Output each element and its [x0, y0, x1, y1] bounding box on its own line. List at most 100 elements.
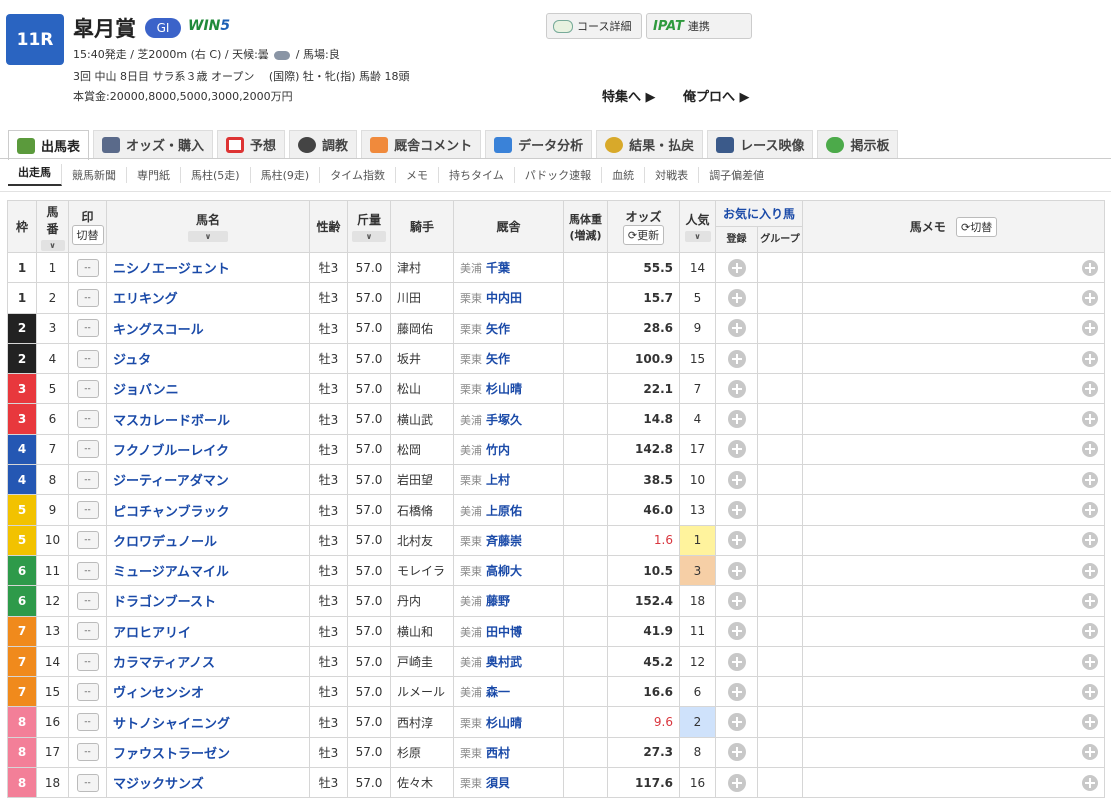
add-favorite-icon[interactable] [727, 379, 746, 398]
mark-select[interactable]: -- [76, 501, 99, 520]
col-umaban[interactable]: 馬番 ∨ [36, 200, 69, 253]
add-favorite-icon[interactable] [727, 591, 746, 610]
add-favorite-icon[interactable] [727, 258, 746, 277]
col-name[interactable]: 馬名 ∨ [106, 200, 310, 253]
add-favorite-icon[interactable] [727, 288, 746, 307]
add-favorite-icon[interactable] [727, 319, 746, 338]
add-memo-icon[interactable] [1082, 562, 1098, 579]
add-memo-icon[interactable] [1082, 320, 1098, 337]
tab-board[interactable]: 掲示板 [817, 130, 899, 158]
add-memo-icon[interactable] [1082, 471, 1098, 488]
sort-arrow-icon[interactable]: ∨ [684, 231, 711, 242]
horse-name-link[interactable]: クロワデュノール [106, 524, 310, 556]
horse-name-link[interactable]: ジュタ [106, 342, 310, 375]
jockey-link[interactable]: 坂井 [390, 342, 454, 375]
subtab-newspaper[interactable]: 競馬新聞 [62, 167, 127, 183]
ipat-link-button[interactable]: IPAT 連携 [646, 13, 752, 39]
trainer-link[interactable]: 藤野 [486, 594, 510, 608]
add-favorite-icon[interactable] [727, 410, 746, 429]
subtab-past9[interactable]: 馬柱(9走) [251, 167, 321, 183]
trainer-link[interactable]: 上村 [486, 473, 510, 487]
trainer-link[interactable]: 上原佑 [486, 504, 522, 518]
col-weight[interactable]: 斤量 ∨ [347, 200, 391, 253]
mark-select[interactable]: -- [76, 743, 99, 762]
jockey-link[interactable]: ルメール [390, 676, 454, 708]
add-memo-icon[interactable] [1082, 653, 1098, 670]
jockey-link[interactable]: 津村 [390, 251, 454, 284]
horse-name-link[interactable]: フクノブルーレイク [106, 433, 310, 466]
trainer-link[interactable]: 矢作 [486, 322, 510, 336]
sort-arrow-icon[interactable]: ∨ [352, 231, 386, 242]
mark-select[interactable]: -- [76, 319, 99, 338]
tab-results[interactable]: 結果・払戻 [596, 130, 704, 158]
jockey-link[interactable]: モレイラ [390, 554, 454, 587]
add-favorite-icon[interactable] [727, 713, 746, 732]
feature-link[interactable]: 特集へ ▶ [602, 86, 656, 105]
tab-odds[interactable]: オッズ・購入 [93, 130, 214, 158]
add-favorite-icon[interactable] [727, 682, 746, 701]
add-memo-icon[interactable] [1082, 350, 1098, 367]
subtab-runners[interactable]: 出走馬 [8, 164, 62, 186]
win5-logo[interactable]: WIN5 [188, 18, 230, 34]
trainer-link[interactable]: 奥村武 [486, 655, 522, 669]
horse-name-link[interactable]: ジョバンニ [106, 373, 310, 405]
mark-select[interactable]: -- [76, 713, 99, 732]
trainer-link[interactable]: 森一 [486, 685, 510, 699]
add-memo-icon[interactable] [1082, 744, 1098, 761]
horse-name-link[interactable]: カラマティアノス [106, 645, 310, 678]
orepro-link[interactable]: 俺プロへ ▶ [683, 86, 750, 105]
trainer-link[interactable]: 千葉 [486, 261, 510, 275]
mark-select[interactable]: -- [76, 470, 99, 489]
trainer-link[interactable]: 西村 [486, 746, 510, 760]
horse-name-link[interactable]: ドラゴンブースト [106, 585, 310, 617]
jockey-link[interactable]: 北村友 [390, 524, 454, 556]
subtab-specialist[interactable]: 専門紙 [127, 167, 181, 183]
col-pop[interactable]: 人気 ∨ [679, 200, 716, 253]
add-favorite-icon[interactable] [727, 743, 746, 762]
add-memo-icon[interactable] [1082, 774, 1098, 791]
jockey-link[interactable]: 西村淳 [390, 706, 454, 738]
horse-name-link[interactable]: エリキング [106, 282, 310, 314]
add-favorite-icon[interactable] [727, 501, 746, 520]
add-memo-icon[interactable] [1082, 380, 1098, 397]
jockey-link[interactable]: 松山 [390, 373, 454, 405]
mark-select[interactable]: -- [76, 258, 99, 277]
horse-name-link[interactable]: ミュージアムマイル [106, 554, 310, 587]
horse-name-link[interactable]: マスカレードボール [106, 403, 310, 435]
add-favorite-icon[interactable] [727, 440, 746, 459]
horse-name-link[interactable]: ピコチャンブラック [106, 494, 310, 526]
trainer-link[interactable]: 手塚久 [486, 413, 522, 427]
add-favorite-icon[interactable] [727, 531, 746, 550]
jockey-link[interactable]: 横山和 [390, 615, 454, 647]
trainer-link[interactable]: 高柳大 [486, 564, 522, 578]
jockey-link[interactable]: 丹内 [390, 585, 454, 617]
jockey-link[interactable]: 佐々木 [390, 767, 454, 799]
tab-race-video[interactable]: レース映像 [707, 130, 814, 158]
horse-name-link[interactable]: ニシノエージェント [106, 251, 310, 284]
tab-chokyo[interactable]: 調教 [289, 130, 358, 158]
tab-stable-comment[interactable]: 厩舎コメント [361, 130, 482, 158]
subtab-condition[interactable]: 調子偏差値 [699, 167, 774, 183]
horse-name-link[interactable]: キングスコール [106, 312, 310, 344]
add-memo-icon[interactable] [1082, 441, 1098, 458]
jockey-link[interactable]: 石橋脩 [390, 494, 454, 526]
mark-select[interactable]: -- [76, 410, 99, 429]
sort-arrow-icon[interactable]: ∨ [40, 239, 65, 251]
horse-name-link[interactable]: マジックサンズ [106, 767, 310, 799]
jockey-link[interactable]: 松岡 [390, 433, 454, 466]
tab-shutsuba[interactable]: 出馬表 [8, 130, 90, 160]
jockey-link[interactable]: 杉原 [390, 736, 454, 769]
horse-name-link[interactable]: ファウストラーゼン [106, 736, 310, 769]
add-memo-icon[interactable] [1082, 623, 1098, 640]
mark-select[interactable]: -- [76, 652, 99, 671]
tab-data-analysis[interactable]: データ分析 [485, 130, 593, 158]
add-favorite-icon[interactable] [727, 773, 746, 792]
trainer-link[interactable]: 杉山晴 [486, 716, 522, 730]
trainer-link[interactable]: 竹内 [486, 443, 510, 457]
add-favorite-icon[interactable] [727, 349, 746, 368]
trainer-link[interactable]: 杉山晴 [486, 382, 522, 396]
mark-select[interactable]: -- [76, 349, 99, 368]
jockey-link[interactable]: 横山武 [390, 403, 454, 435]
add-memo-icon[interactable] [1082, 411, 1098, 428]
add-favorite-icon[interactable] [727, 561, 746, 580]
